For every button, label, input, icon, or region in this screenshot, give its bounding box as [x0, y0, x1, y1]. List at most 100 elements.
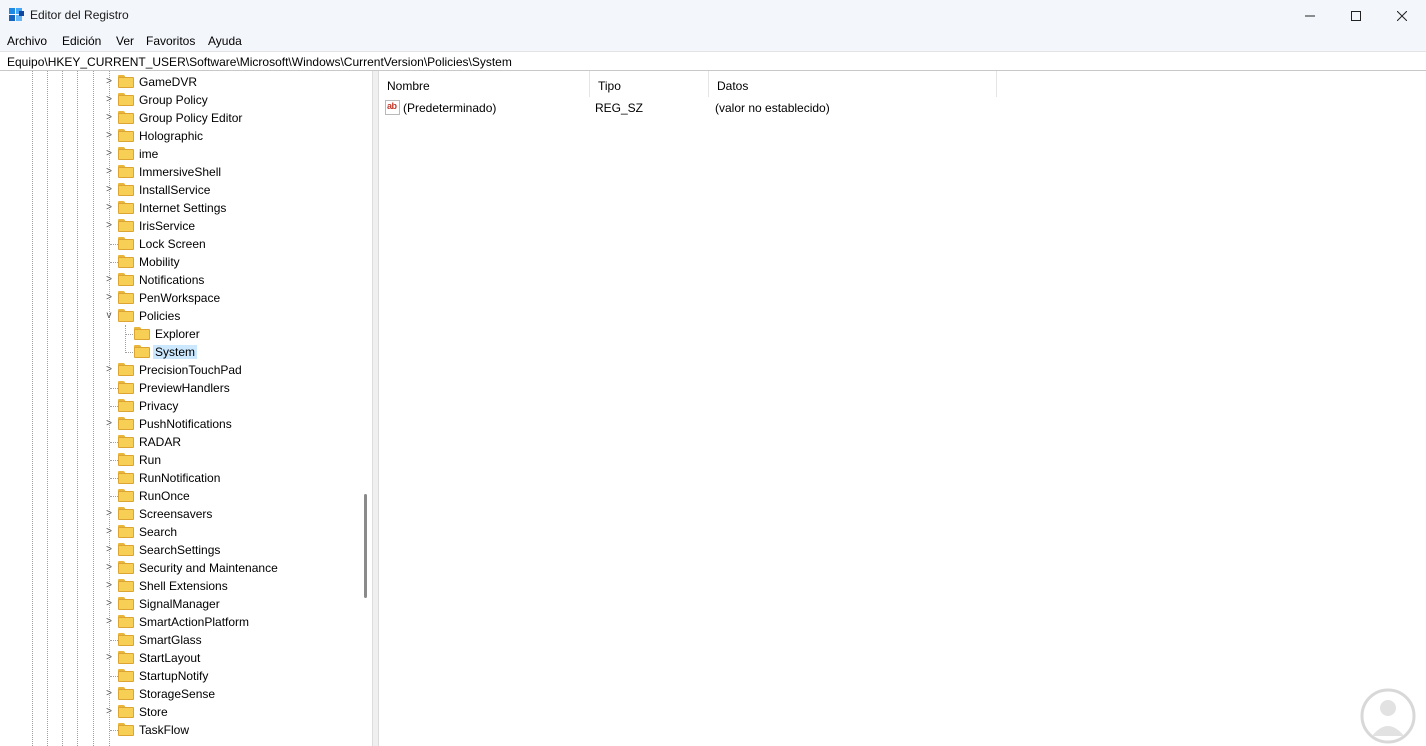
- tree-item[interactable]: > IrisService: [0, 217, 360, 235]
- menu-ver[interactable]: Ver: [116, 34, 134, 48]
- tree-item-label[interactable]: ime: [137, 147, 160, 161]
- tree-item-label[interactable]: SignalManager: [137, 597, 222, 611]
- tree-item[interactable]: > PushNotifications: [0, 415, 360, 433]
- address-bar[interactable]: Equipo\HKEY_CURRENT_USER\Software\Micros…: [0, 51, 1426, 71]
- tree-item[interactable]: > GameDVR: [0, 73, 360, 91]
- tree-item[interactable]: > PenWorkspace: [0, 289, 360, 307]
- chevron-right-icon[interactable]: >: [104, 418, 114, 430]
- column-header-datos[interactable]: Datos: [709, 71, 997, 97]
- chevron-right-icon[interactable]: >: [104, 652, 114, 664]
- chevron-right-icon[interactable]: >: [104, 526, 114, 538]
- chevron-right-icon[interactable]: >: [104, 580, 114, 592]
- menu-ayuda[interactable]: Ayuda: [208, 34, 242, 48]
- tree-item-label[interactable]: Policies: [137, 309, 182, 323]
- tree-item-label[interactable]: System: [153, 345, 198, 359]
- tree-item-label[interactable]: StartLayout: [137, 651, 202, 665]
- tree-item[interactable]: SmartGlass: [0, 631, 360, 649]
- tree-item-label[interactable]: Mobility: [137, 255, 182, 269]
- chevron-right-icon[interactable]: >: [104, 130, 114, 142]
- tree-item[interactable]: > Group Policy Editor: [0, 109, 360, 127]
- tree-item-label[interactable]: ImmersiveShell: [137, 165, 223, 179]
- chevron-right-icon[interactable]: >: [104, 616, 114, 628]
- chevron-right-icon[interactable]: >: [104, 166, 114, 178]
- chevron-right-icon[interactable]: >: [104, 94, 114, 106]
- chevron-right-icon[interactable]: >: [104, 112, 114, 124]
- tree-item-label[interactable]: Screensavers: [137, 507, 214, 521]
- tree-item[interactable]: System: [0, 343, 360, 361]
- tree-item-label[interactable]: PrecisionTouchPad: [137, 363, 244, 377]
- tree-item-label[interactable]: Group Policy: [137, 93, 210, 107]
- close-button[interactable]: [1379, 0, 1425, 31]
- tree-item-label[interactable]: Shell Extensions: [137, 579, 230, 593]
- tree-item-label[interactable]: StorageSense: [137, 687, 217, 701]
- tree-item[interactable]: RunNotification: [0, 469, 360, 487]
- tree-item[interactable]: > InstallService: [0, 181, 360, 199]
- tree-item[interactable]: > Security and Maintenance: [0, 559, 360, 577]
- tree-item[interactable]: > Search: [0, 523, 360, 541]
- tree-item-label[interactable]: Privacy: [137, 399, 180, 413]
- maximize-button[interactable]: [1333, 0, 1379, 31]
- chevron-right-icon[interactable]: >: [104, 706, 114, 718]
- tree-item-label[interactable]: InstallService: [137, 183, 212, 197]
- chevron-right-icon[interactable]: >: [104, 202, 114, 214]
- chevron-right-icon[interactable]: >: [104, 274, 114, 286]
- tree-item-label[interactable]: IrisService: [137, 219, 197, 233]
- chevron-right-icon[interactable]: >: [104, 364, 114, 376]
- values-list[interactable]: Nombre Tipo Datos ab (Predeterminado) RE…: [379, 71, 1426, 746]
- chevron-right-icon[interactable]: >: [104, 562, 114, 574]
- tree-item-label[interactable]: PushNotifications: [137, 417, 234, 431]
- menu-favoritos[interactable]: Favoritos: [146, 34, 195, 48]
- tree-item-label[interactable]: RADAR: [137, 435, 183, 449]
- tree-item-label[interactable]: Run: [137, 453, 163, 467]
- tree-item-label[interactable]: RunOnce: [137, 489, 192, 503]
- tree-item-label[interactable]: Security and Maintenance: [137, 561, 280, 575]
- tree-item[interactable]: > Holographic: [0, 127, 360, 145]
- tree-item-label[interactable]: RunNotification: [137, 471, 222, 485]
- tree-item[interactable]: v Policies: [0, 307, 360, 325]
- tree-item[interactable]: > StorageSense: [0, 685, 360, 703]
- tree-item-label[interactable]: Lock Screen: [137, 237, 208, 251]
- tree-item-label[interactable]: Group Policy Editor: [137, 111, 244, 125]
- chevron-right-icon[interactable]: >: [104, 598, 114, 610]
- menu-archivo[interactable]: Archivo: [7, 34, 47, 48]
- chevron-right-icon[interactable]: >: [104, 544, 114, 556]
- tree-item[interactable]: > PrecisionTouchPad: [0, 361, 360, 379]
- tree-item[interactable]: Lock Screen: [0, 235, 360, 253]
- tree-item-label[interactable]: PreviewHandlers: [137, 381, 232, 395]
- tree-item-label[interactable]: SmartGlass: [137, 633, 204, 647]
- chevron-right-icon[interactable]: >: [104, 148, 114, 160]
- tree-item[interactable]: TaskFlow: [0, 721, 360, 739]
- tree-item[interactable]: > Screensavers: [0, 505, 360, 523]
- tree-scrollbar-thumb[interactable]: [364, 494, 367, 598]
- tree-item[interactable]: Privacy: [0, 397, 360, 415]
- tree-item-label[interactable]: StartupNotify: [137, 669, 210, 683]
- value-name[interactable]: (Predeterminado): [403, 101, 496, 115]
- tree-item[interactable]: > StartLayout: [0, 649, 360, 667]
- tree-item-label[interactable]: Store: [137, 705, 170, 719]
- tree-item-label[interactable]: Holographic: [137, 129, 205, 143]
- chevron-right-icon[interactable]: >: [104, 220, 114, 232]
- tree-item[interactable]: Mobility: [0, 253, 360, 271]
- tree-item[interactable]: Explorer: [0, 325, 360, 343]
- tree-item[interactable]: RunOnce: [0, 487, 360, 505]
- tree-item[interactable]: > Internet Settings: [0, 199, 360, 217]
- menu-edicion[interactable]: Edición: [62, 34, 101, 48]
- chevron-right-icon[interactable]: >: [104, 508, 114, 520]
- chevron-right-icon[interactable]: >: [104, 76, 114, 88]
- tree-item[interactable]: > SignalManager: [0, 595, 360, 613]
- tree-item[interactable]: > Shell Extensions: [0, 577, 360, 595]
- chevron-right-icon[interactable]: >: [104, 184, 114, 196]
- tree-item-label[interactable]: SearchSettings: [137, 543, 222, 557]
- tree-item-label[interactable]: Notifications: [137, 273, 206, 287]
- chevron-down-icon[interactable]: v: [104, 310, 114, 322]
- tree-item[interactable]: StartupNotify: [0, 667, 360, 685]
- tree-item[interactable]: > ImmersiveShell: [0, 163, 360, 181]
- tree-item-label[interactable]: GameDVR: [137, 75, 199, 89]
- tree-item[interactable]: > SearchSettings: [0, 541, 360, 559]
- tree-item[interactable]: > SmartActionPlatform: [0, 613, 360, 631]
- tree-item-label[interactable]: Internet Settings: [137, 201, 228, 215]
- chevron-right-icon[interactable]: >: [104, 688, 114, 700]
- tree-item[interactable]: RADAR: [0, 433, 360, 451]
- tree-item[interactable]: > Store: [0, 703, 360, 721]
- tree-item[interactable]: PreviewHandlers: [0, 379, 360, 397]
